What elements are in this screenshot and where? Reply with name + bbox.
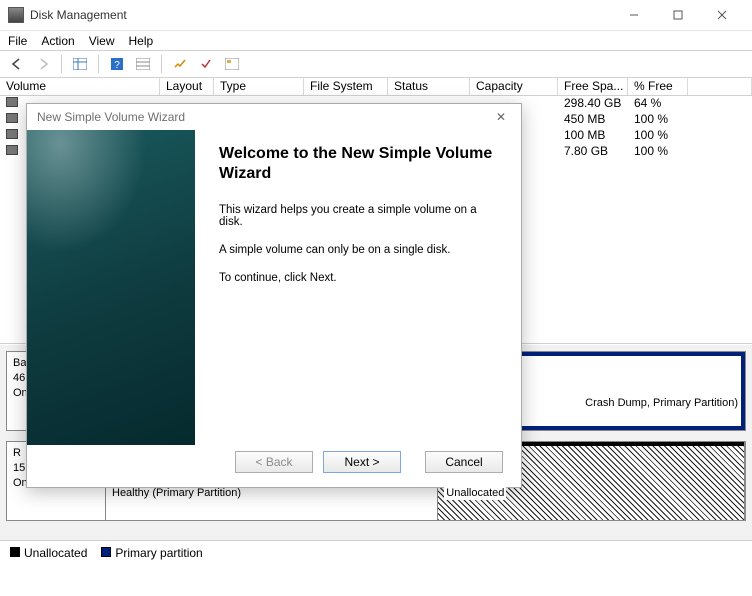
menu-view[interactable]: View: [89, 34, 115, 48]
legend-swatch-navy: [101, 547, 111, 557]
toolbar-separator: [61, 55, 62, 73]
legend-primary-label: Primary partition: [115, 546, 202, 560]
wizard-text-3: To continue, click Next.: [219, 272, 503, 284]
svg-text:?: ?: [114, 60, 120, 71]
toolbar-separator: [98, 55, 99, 73]
menu-help[interactable]: Help: [129, 34, 154, 48]
details-pane-icon[interactable]: [221, 53, 243, 75]
volume-list-header[interactable]: Volume Layout Type File System Status Ca…: [0, 78, 752, 96]
cell-pct: 64 %: [628, 96, 688, 112]
wizard-close-button[interactable]: ✕: [491, 110, 511, 124]
cell-free: 100 MB: [558, 128, 628, 144]
wizard-text-1: This wizard helps you create a simple vo…: [219, 204, 503, 228]
col-type[interactable]: Type: [214, 78, 304, 95]
wizard-side-graphic: [27, 130, 195, 445]
wizard-title-bar[interactable]: New Simple Volume Wizard ✕: [27, 104, 521, 130]
col-free-space[interactable]: Free Spa...: [558, 78, 628, 95]
legend-unallocated: Unallocated: [10, 546, 87, 560]
col-spacer: [688, 78, 752, 95]
new-simple-volume-wizard: New Simple Volume Wizard ✕ Welcome to th…: [26, 103, 522, 488]
cell-free: 7.80 GB: [558, 144, 628, 160]
wizard-text-2: A simple volume can only be on a single …: [219, 244, 503, 256]
legend-unallocated-label: Unallocated: [24, 546, 87, 560]
col-capacity[interactable]: Capacity: [470, 78, 558, 95]
volume-icon: [6, 113, 18, 123]
refresh-icon[interactable]: [169, 53, 191, 75]
col-pct-free[interactable]: % Free: [628, 78, 688, 95]
col-volume[interactable]: Volume: [0, 78, 160, 95]
wizard-cancel-button[interactable]: Cancel: [425, 451, 503, 473]
volume-icon: [6, 97, 18, 107]
menu-bar: File Action View Help: [0, 30, 752, 50]
toolbar-separator: [161, 55, 162, 73]
check-icon[interactable]: [195, 53, 217, 75]
title-bar: Disk Management: [0, 0, 752, 30]
cell-pct: 100 %: [628, 128, 688, 144]
list-icon[interactable]: [132, 53, 154, 75]
close-button[interactable]: [700, 1, 744, 29]
legend-swatch-black: [10, 547, 20, 557]
col-layout[interactable]: Layout: [160, 78, 214, 95]
wizard-main: Welcome to the New Simple Volume Wizard …: [195, 130, 521, 445]
view-panes-icon[interactable]: [69, 53, 91, 75]
menu-file[interactable]: File: [8, 34, 27, 48]
wizard-back-button[interactable]: < Back: [235, 451, 313, 473]
partition-label: Unallocated: [444, 486, 506, 500]
forward-button[interactable]: [32, 53, 54, 75]
volume-icon: [6, 145, 18, 155]
cell-free: 450 MB: [558, 112, 628, 128]
volume-icon: [6, 129, 18, 139]
legend-primary: Primary partition: [101, 546, 202, 560]
menu-action[interactable]: Action: [41, 34, 74, 48]
toolbar: ?: [0, 50, 752, 78]
window-title: Disk Management: [30, 8, 612, 22]
cell-free: 298.40 GB: [558, 96, 628, 112]
wizard-button-row: < Back Next > Cancel: [27, 445, 521, 487]
minimize-button[interactable]: [612, 1, 656, 29]
col-status[interactable]: Status: [388, 78, 470, 95]
wizard-title-text: New Simple Volume Wizard: [37, 110, 491, 124]
wizard-heading: Welcome to the New Simple Volume Wizard: [219, 144, 503, 184]
col-filesystem[interactable]: File System: [304, 78, 388, 95]
cell-pct: 100 %: [628, 144, 688, 160]
wizard-next-button[interactable]: Next >: [323, 451, 401, 473]
back-button[interactable]: [6, 53, 28, 75]
cell-pct: 100 %: [628, 112, 688, 128]
wizard-body: Welcome to the New Simple Volume Wizard …: [27, 130, 521, 445]
partition-label: Healthy (Primary Partition): [112, 486, 431, 500]
maximize-button[interactable]: [656, 1, 700, 29]
help-icon[interactable]: ?: [106, 53, 128, 75]
app-icon: [8, 7, 24, 23]
legend-bar: Unallocated Primary partition: [0, 540, 752, 564]
